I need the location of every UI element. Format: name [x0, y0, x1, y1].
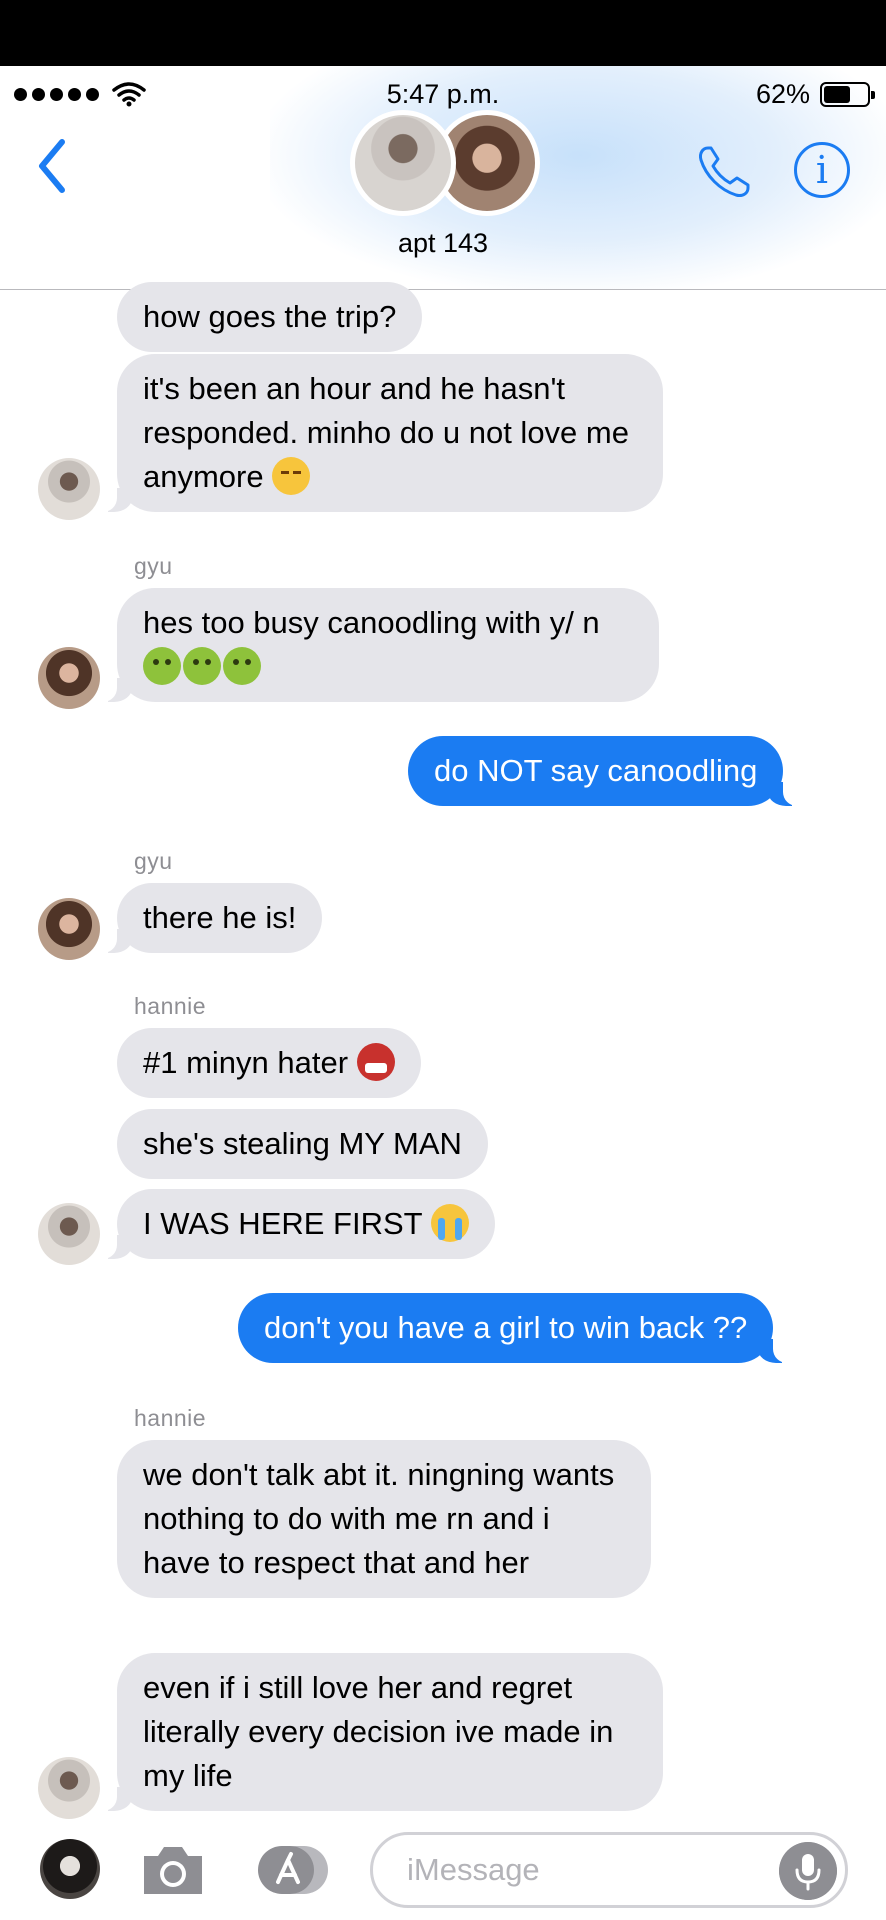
- sender-name: gyu: [134, 848, 173, 874]
- battery-tip: [871, 90, 875, 99]
- sender-avatar[interactable]: [38, 1203, 100, 1265]
- battery-status: 62%: [755, 74, 875, 114]
- disappointed-face-emoji: [272, 457, 311, 495]
- phone-icon[interactable]: [694, 142, 754, 202]
- message-text: #1 minyn hater: [143, 1045, 349, 1080]
- sender-avatar[interactable]: [38, 458, 100, 520]
- incoming-message-bubble: we don't talk abt it. ningning wants not…: [117, 1440, 651, 1598]
- group-member-avatar: [350, 110, 456, 216]
- composer-bar: iMessage: [0, 1820, 886, 1920]
- message-text: it's been an hour and he hasn't responde…: [143, 371, 629, 494]
- message-text: there he is!: [143, 900, 297, 935]
- message-text: even if i still love her and regret lite…: [143, 1670, 614, 1793]
- battery-percent: 62%: [755, 78, 810, 109]
- incoming-message-bubble: she's stealing MY MAN: [117, 1109, 488, 1179]
- sender-name: hannie: [134, 1405, 207, 1431]
- incoming-message-bubble: it's been an hour and he hasn't responde…: [98, 354, 663, 512]
- app-store-icon[interactable]: [252, 1844, 332, 1896]
- incoming-message-bubble: hes too busy canoodling with y/ n: [98, 588, 659, 702]
- outgoing-message-bubble: don't you have a girl to win back ??: [238, 1293, 793, 1363]
- camera-icon[interactable]: [138, 1842, 208, 1898]
- sender-name: gyu: [134, 553, 173, 579]
- message-text: don't you have a girl to win back ??: [264, 1310, 748, 1345]
- imessage-input[interactable]: iMessage: [370, 1832, 848, 1908]
- nauseated-face-emoji: [183, 647, 221, 685]
- message-text: hes too busy canoodling with y/ n: [143, 605, 600, 640]
- message-text: how goes the trip?: [143, 299, 397, 334]
- battery-level: [824, 85, 851, 103]
- sender-avatar[interactable]: [38, 647, 100, 709]
- incoming-message-bubble: there he is!: [97, 883, 323, 953]
- incoming-message-bubble: even if i still love her and regret lite…: [98, 1653, 663, 1811]
- message-text: I WAS HERE FIRST: [143, 1206, 423, 1241]
- ogre-emoji: [356, 1043, 395, 1081]
- incoming-message-bubble: I WAS HERE FIRST: [98, 1189, 495, 1259]
- nauseated-face-emoji: [143, 647, 181, 685]
- back-chevron-icon[interactable]: [32, 136, 72, 196]
- sender-avatar[interactable]: [38, 898, 100, 960]
- battery-icon: [820, 81, 875, 107]
- incoming-message-bubble: #1 minyn hater: [117, 1028, 421, 1098]
- message-text: do NOT say canoodling: [434, 753, 758, 788]
- sender-avatar[interactable]: [38, 1757, 100, 1819]
- sender-name: hannie: [134, 993, 207, 1019]
- group-avatars[interactable]: [350, 110, 540, 220]
- message-text: she's stealing MY MAN: [143, 1126, 462, 1161]
- conversation-header: 5:47 p.m. 62% apt 143 i: [0, 66, 886, 290]
- message-text: we don't talk abt it. ningning wants not…: [143, 1457, 615, 1580]
- memoji-avatar[interactable]: [40, 1839, 100, 1899]
- conversation-title[interactable]: apt 143: [0, 228, 886, 259]
- incoming-message-bubble: how goes the trip?: [117, 282, 423, 352]
- status-time: 5:47 p.m.: [386, 78, 500, 109]
- nauseated-face-emoji: [223, 647, 261, 685]
- imessage-placeholder: iMessage: [407, 1852, 540, 1887]
- outgoing-message-bubble: do NOT say canoodling: [408, 736, 803, 806]
- info-icon[interactable]: i: [794, 142, 850, 198]
- top-black-bar: [0, 0, 886, 66]
- loudly-crying-face-emoji: [430, 1204, 469, 1242]
- microphone-icon[interactable]: [779, 1842, 837, 1900]
